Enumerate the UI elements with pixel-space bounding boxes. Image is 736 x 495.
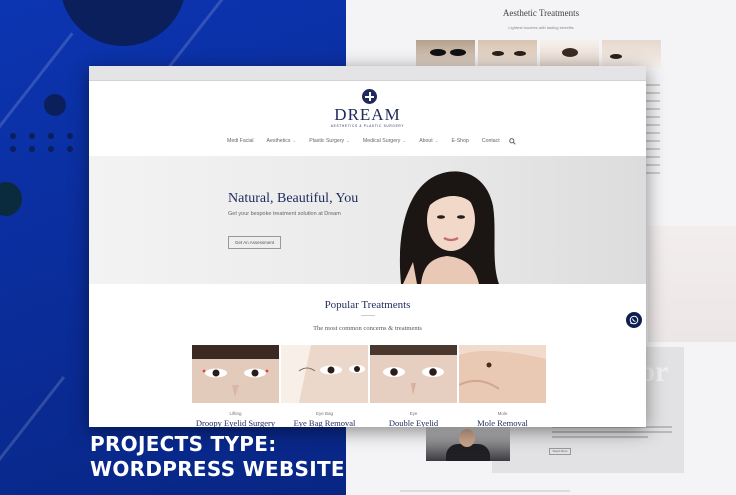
thumbnail-image bbox=[478, 40, 537, 68]
background-text-lines bbox=[552, 426, 672, 438]
divider bbox=[361, 315, 375, 316]
background-page-subtitle: Lightest touches with lasting benefits bbox=[508, 25, 574, 30]
treatment-category: Eye Bag bbox=[315, 411, 333, 416]
decorative-circle bbox=[60, 0, 186, 46]
nav-item-medi-facial[interactable]: Medi Facial bbox=[227, 138, 254, 144]
treatment-name[interactable]: Eye Bag Removal bbox=[281, 418, 368, 427]
get-assessment-button[interactable]: Get An Assessment bbox=[228, 236, 281, 249]
nav-item-eshop[interactable]: E-Shop bbox=[452, 138, 469, 144]
treatment-image bbox=[370, 345, 457, 403]
main-nav: Medi Facial Aesthetics ⌄ Plastic Surgery ⌄… bbox=[227, 138, 513, 144]
chevron-down-icon: ⌄ bbox=[402, 138, 407, 143]
chevron-down-icon: ⌄ bbox=[346, 138, 350, 143]
treatment-card-droopy-eyelid[interactable]: Lifting Droopy Eyelid Surgery bbox=[192, 345, 279, 427]
website-screenshot-window: DREAM AESTHETICS & PLASTIC SURGERY Medi … bbox=[89, 66, 646, 427]
treatment-card-mole-removal[interactable]: Mole Mole Removal bbox=[458, 345, 546, 427]
thumbnail-image bbox=[416, 40, 475, 68]
background-treatment-thumbnails bbox=[416, 40, 661, 68]
decorative-dot bbox=[44, 94, 66, 116]
logo-cross-icon[interactable] bbox=[362, 89, 377, 104]
logo-tagline: AESTHETICS & PLASTIC SURGERY bbox=[330, 124, 405, 128]
treatment-category: Lifting bbox=[229, 411, 242, 416]
search-icon[interactable] bbox=[509, 138, 516, 145]
popular-treatments-title: Popular Treatments bbox=[324, 299, 411, 311]
decorative-stripe bbox=[0, 376, 66, 473]
treatment-card-double-eyelid[interactable]: Eye Double Eyelid bbox=[370, 345, 457, 427]
treatment-category: Eye bbox=[409, 411, 418, 416]
decorative-dot-grid bbox=[10, 133, 75, 152]
treatment-name[interactable]: Mole Removal bbox=[459, 418, 546, 427]
hero-banner: Natural, Beautiful, You Get your bespoke… bbox=[89, 156, 646, 284]
whatsapp-glyph bbox=[629, 315, 639, 325]
background-text-lines bbox=[646, 84, 660, 184]
hero-title: Natural, Beautiful, You bbox=[228, 191, 359, 206]
browser-bar bbox=[89, 66, 646, 81]
thumbnail-image bbox=[540, 40, 599, 68]
nav-item-contact[interactable]: Contact bbox=[482, 138, 500, 144]
nav-item-plastic-surgery[interactable]: Plastic Surgery ⌄ bbox=[309, 138, 350, 144]
projects-type-label: PROJECTS TYPE: bbox=[90, 432, 277, 456]
hero-subtitle: Get your bespoke treatment solution at D… bbox=[228, 211, 341, 217]
treatment-image bbox=[192, 345, 279, 403]
treatment-image bbox=[458, 345, 546, 403]
whatsapp-icon[interactable] bbox=[626, 312, 642, 328]
background-page-title: Aesthetic Treatments bbox=[502, 8, 580, 18]
projects-type-value: WORDPRESS WEBSITE bbox=[90, 457, 345, 481]
treatment-name[interactable]: Double Eyelid bbox=[370, 418, 457, 427]
decorative-circle-small bbox=[0, 182, 22, 216]
doctor-photo bbox=[426, 426, 510, 461]
treatment-cards: Lifting Droopy Eyelid Surgery Eye Bag Ey… bbox=[192, 345, 546, 427]
nav-item-aesthetics[interactable]: Aesthetics ⌄ bbox=[267, 138, 297, 144]
read-more-button[interactable]: Read More bbox=[549, 448, 571, 455]
treatment-card-eye-bag[interactable]: Eye Bag Eye Bag Removal bbox=[281, 345, 368, 427]
chevron-down-icon: ⌄ bbox=[434, 138, 439, 143]
nav-item-medical-surgery[interactable]: Medical Surgery ⌄ bbox=[363, 138, 406, 144]
treatment-category: Mole bbox=[497, 411, 508, 416]
chevron-down-icon: ⌄ bbox=[292, 138, 297, 143]
thumbnail-image bbox=[602, 40, 661, 68]
treatment-name[interactable]: Droopy Eyelid Surgery bbox=[192, 418, 279, 427]
popular-treatments-subtitle: The most common concerns & treatments bbox=[313, 325, 422, 332]
treatment-image bbox=[281, 345, 368, 403]
logo-name[interactable]: DREAM bbox=[89, 105, 646, 125]
background-panel bbox=[648, 226, 736, 342]
site-header: DREAM AESTHETICS & PLASTIC SURGERY Medi … bbox=[89, 81, 646, 156]
divider bbox=[400, 490, 570, 492]
projects-type-caption: PROJECTS TYPE: WORDPRESS WEBSITE bbox=[90, 432, 345, 482]
hero-model-image bbox=[399, 171, 499, 284]
nav-item-about[interactable]: About ⌄ bbox=[419, 138, 438, 144]
